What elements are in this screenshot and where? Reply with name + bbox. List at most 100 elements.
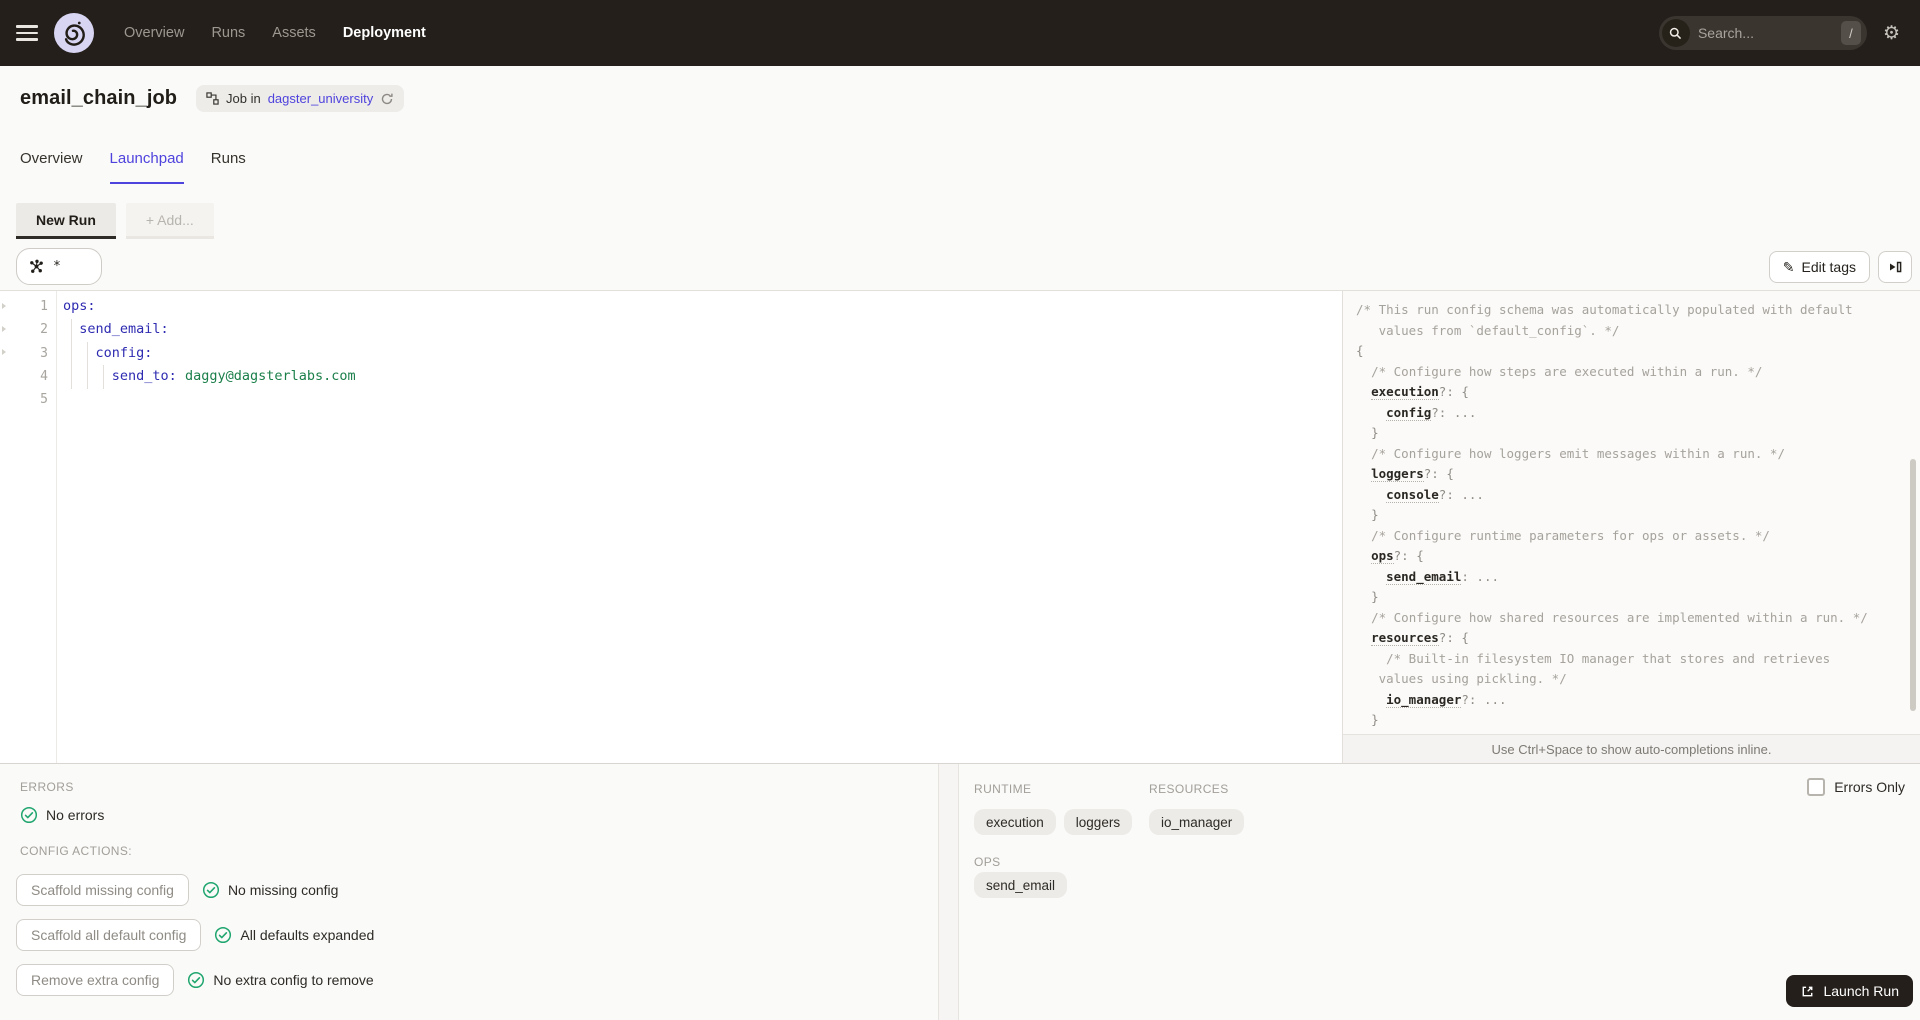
ops-tags: send_email <box>974 872 1068 898</box>
tag-pill: loggers <box>1063 809 1133 835</box>
scaffold-all-default-config-button[interactable]: Scaffold all default config <box>16 919 202 951</box>
pane-splitter[interactable] <box>938 764 959 1020</box>
code-line: /* This run config schema was automatica… <box>1356 302 1853 317</box>
config-editor: 1 2 3 4 5 ops: send_email: config: send_to: … <box>0 290 1920 763</box>
code-line: /* Configure how shared resources are im… <box>1371 609 1868 625</box>
job-badge-prefix: Job in <box>226 91 261 106</box>
check-circle-icon <box>187 971 205 989</box>
expand-panel-icon <box>1890 261 1902 273</box>
add-config-tab-button[interactable]: + Add... <box>125 203 214 239</box>
config-tab-new-run[interactable]: New Run <box>16 203 116 239</box>
pencil-icon: ✎ <box>1782 259 1795 275</box>
line-number: 3 <box>40 345 48 361</box>
config-tab-bar: New Run + Add... <box>16 203 214 239</box>
code-line: send_email: <box>79 321 169 338</box>
checkbox-icon[interactable] <box>1807 778 1826 796</box>
gear-icon[interactable]: ⚙ <box>1883 24 1900 43</box>
indent-guide <box>71 319 72 389</box>
line-number: 2 <box>40 322 48 338</box>
page-tabs: Overview Launchpad Runs <box>20 150 246 184</box>
indent-guide <box>87 342 88 389</box>
expand-panel-button[interactable] <box>1878 251 1912 283</box>
code-line: values from `default_config`. */ <box>1356 322 1620 338</box>
op-selector-input[interactable]: * <box>16 248 102 285</box>
nav-assets[interactable]: Assets <box>272 25 316 41</box>
code-line: send_email: ... <box>1386 568 1500 585</box>
code-line: /* Built-in filesystem IO manager that s… <box>1386 650 1831 666</box>
nav-deployment[interactable]: Deployment <box>343 25 426 41</box>
code-line: config: <box>95 344 153 361</box>
op-graph-icon <box>30 259 43 273</box>
config-schema-panel: /* This run config schema was automatica… <box>1342 291 1920 763</box>
fold-marker[interactable] <box>2 349 6 355</box>
dagster-logo[interactable] <box>54 13 94 53</box>
edit-tags-button[interactable]: ✎ Edit tags <box>1768 251 1870 283</box>
code-line: /* Configure how loggers emit messages w… <box>1371 445 1785 461</box>
editor-gutter: 1 2 3 4 5 <box>0 291 57 763</box>
check-circle-icon <box>214 926 232 944</box>
code-line: ops: <box>63 298 96 314</box>
primary-nav: Overview Runs Assets Deployment <box>124 25 426 41</box>
errors-only-toggle[interactable]: Errors Only <box>1807 778 1905 796</box>
reload-icon[interactable] <box>380 92 394 106</box>
search-box[interactable]: / <box>1658 16 1867 50</box>
code-line: ops?: { <box>1371 548 1424 564</box>
search-input[interactable] <box>1689 25 1841 41</box>
scaffold-missing-config-button[interactable]: Scaffold missing config <box>16 874 189 906</box>
code-line: /* Configure runtime parameters for ops … <box>1371 527 1770 543</box>
remove-extra-config-button[interactable]: Remove extra config <box>16 964 175 996</box>
code-line: console?: ... <box>1386 486 1484 503</box>
fold-marker[interactable] <box>2 326 6 332</box>
missing-config-status: No missing config <box>202 881 338 899</box>
nav-overview[interactable]: Overview <box>124 25 184 41</box>
schema-code: /* This run config schema was automatica… <box>1356 300 1906 734</box>
code-line: values using pickling. */ <box>1378 671 1567 686</box>
check-circle-icon <box>20 806 38 824</box>
code-line: { <box>1356 343 1364 358</box>
errors-section-label: ERRORS <box>20 780 74 794</box>
resources-tags: io_manager <box>1149 809 1245 835</box>
editor-code[interactable]: ops: send_email: config: send_to: daggy@… <box>63 295 1341 763</box>
fold-marker[interactable] <box>2 303 6 309</box>
tab-runs[interactable]: Runs <box>211 150 246 184</box>
job-badge: Job in dagster_university <box>196 85 405 112</box>
code-line: } <box>1371 712 1379 727</box>
code-line: loggers?: { <box>1371 466 1454 482</box>
launch-run-button[interactable]: Launch Run <box>1786 975 1913 1007</box>
code-line: io_manager?: ... <box>1386 691 1507 708</box>
indent-guide <box>103 365 104 389</box>
tab-launchpad[interactable]: Launchpad <box>109 150 184 184</box>
line-number: 4 <box>40 368 48 384</box>
code-line: } <box>1371 425 1379 440</box>
validation-pane: ERRORS No errors CONFIG ACTIONS: Scaffol… <box>0 764 938 1020</box>
nav-runs[interactable]: Runs <box>211 25 245 41</box>
ops-section-label: OPS <box>974 855 1001 869</box>
code-line: execution?: { <box>1371 384 1469 400</box>
tag-pill: execution <box>974 809 1056 835</box>
code-line: } <box>1371 589 1379 604</box>
code-line: resources?: { <box>1371 630 1469 646</box>
tab-overview[interactable]: Overview <box>20 150 83 184</box>
config-sections-pane: RUNTIME execution loggers RESOURCES io_ma… <box>960 764 1920 1020</box>
bottom-panel: ERRORS No errors CONFIG ACTIONS: Scaffol… <box>0 763 1920 1020</box>
job-icon <box>206 92 219 105</box>
runtime-section-label: RUNTIME <box>974 782 1032 796</box>
check-circle-icon <box>202 881 220 899</box>
tag-pill: io_manager <box>1149 809 1245 835</box>
config-actions-label: CONFIG ACTIONS: <box>20 844 133 858</box>
op-selector-value: * <box>53 259 61 274</box>
line-number: 1 <box>40 299 48 314</box>
launch-icon <box>1803 986 1813 996</box>
job-location-link[interactable]: dagster_university <box>268 91 374 106</box>
scrollbar-thumb[interactable] <box>1910 459 1916 711</box>
menu-icon[interactable] <box>16 21 38 45</box>
resources-section-label: RESOURCES <box>1149 782 1229 796</box>
search-shortcut-badge: / <box>1840 21 1861 45</box>
extra-config-status: No extra config to remove <box>187 971 374 989</box>
defaults-expanded-status: All defaults expanded <box>214 926 374 944</box>
code-line: config?: ... <box>1386 404 1477 421</box>
line-number: 5 <box>40 392 48 408</box>
autocomplete-hint: Use Ctrl+Space to show auto-completions … <box>1343 734 1920 763</box>
code-line: /* Configure how steps are executed with… <box>1371 363 1763 379</box>
